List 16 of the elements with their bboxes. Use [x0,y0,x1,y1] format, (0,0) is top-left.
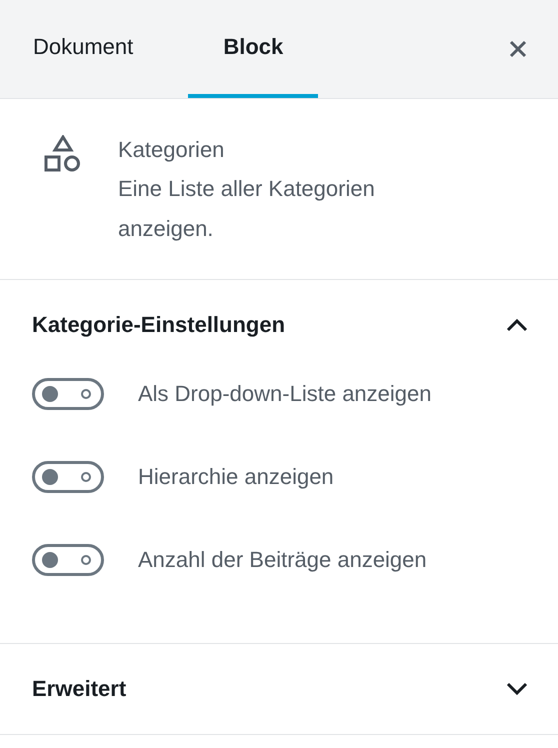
toggle-switch[interactable] [32,544,104,576]
tab[interactable]: Dokument [16,0,150,98]
chevron-up-icon [506,318,528,332]
panel-header[interactable]: Erweitert [0,644,558,734]
toggle-label: Als Drop-down-Liste anzeigen [138,380,432,406]
block-title: Kategorien [118,137,226,163]
panel-header[interactable]: Kategorie-Einstellungen [0,280,558,370]
shapes-icon [44,135,82,173]
toggle-label: Anzahl der Beiträge anzeigen [138,546,427,572]
block-description: Eine Liste aller Kategorien anzeigen. [118,175,376,243]
close-icon [509,40,527,58]
tab[interactable]: Block [188,0,318,98]
toggle-switch[interactable] [32,460,104,492]
chevron-down-icon [506,682,528,696]
toggle-label: Hierarchie anzeigen [138,464,334,490]
toggle-switch[interactable] [32,378,104,410]
